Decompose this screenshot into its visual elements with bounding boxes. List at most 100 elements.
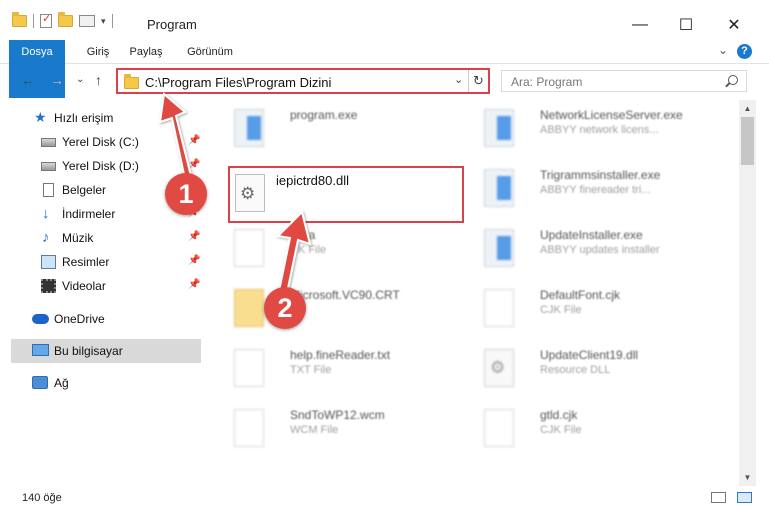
file-type: Resource DLL <box>540 364 611 376</box>
list-item[interactable]: UpdateInstaller.exe ABBYY updates instal… <box>478 220 738 278</box>
address-dropdown-icon[interactable]: ⌄ <box>454 73 463 86</box>
list-item[interactable]: NetworkLicenseServer.exe ABBYY network l… <box>478 100 738 158</box>
file-name: Microsoft.VC90.CRT <box>290 288 400 302</box>
list-item[interactable]: DefaultFont.cjk CJK File <box>478 280 738 338</box>
file-type: ABBYY finereader tri... <box>540 184 651 196</box>
file-type: CK File <box>290 244 327 256</box>
up-button[interactable]: ↑ <box>95 72 102 88</box>
sidebar-item-quick-access[interactable]: ★ Hızlı erişim <box>0 106 205 130</box>
pin-icon: 📌 <box>188 135 201 146</box>
highlighted-file-item[interactable]: iepictrd80.dll <box>228 166 464 223</box>
search-placeholder: Ara: Program <box>511 75 583 89</box>
tab-view[interactable]: Görünüm <box>181 40 239 64</box>
file-name: iepictrd80.dll <box>276 173 349 188</box>
new-folder-icon[interactable] <box>58 12 73 27</box>
list-item[interactable]: UpdateClient19.dll Resource DLL <box>478 340 738 398</box>
list-item[interactable]: Data CK File <box>228 220 468 278</box>
file-name: Trigrammsinstaller.exe <box>540 168 661 182</box>
refresh-button[interactable]: ↻ <box>468 70 488 92</box>
step-marker-2: 2 <box>264 287 306 329</box>
file-type: ABBYY updates installer <box>540 244 660 256</box>
close-button[interactable]: ✕ <box>711 10 757 40</box>
document-icon <box>234 409 264 447</box>
search-icon[interactable] <box>728 75 738 85</box>
document-icon <box>234 229 264 267</box>
list-item[interactable]: Trigrammsinstaller.exe ABBYY finereader … <box>478 160 738 218</box>
list-item[interactable]: gtld.cjk CJK File <box>478 400 738 458</box>
sidebar-item-onedrive[interactable]: OneDrive <box>0 307 205 331</box>
sidebar-item-label: Ağ <box>54 376 69 390</box>
folder-icon[interactable] <box>12 12 27 27</box>
help-icon[interactable]: ? <box>737 44 752 59</box>
sidebar-item-local-disk-c[interactable]: Yerel Disk (C:) 📌 <box>0 130 205 154</box>
download-icon: ↓ <box>42 205 50 222</box>
item-count: 140 öğe <box>22 492 62 504</box>
list-item[interactable]: program.exe <box>228 100 468 158</box>
document-icon <box>484 289 514 327</box>
properties-check-icon[interactable] <box>40 12 52 28</box>
scroll-up-icon[interactable]: ▲ <box>739 100 756 117</box>
file-name: program.exe <box>290 108 358 122</box>
sidebar-item-label: İndirmeler <box>62 207 116 221</box>
toolbar-divider <box>111 14 113 28</box>
music-icon: ♪ <box>42 229 50 246</box>
ribbon-collapse-icon[interactable]: ⌄ <box>718 43 728 57</box>
tab-home[interactable]: Giriş <box>78 40 118 64</box>
sidebar-item-music[interactable]: ♪ Müzik 📌 <box>0 226 205 250</box>
maximize-button[interactable]: ☐ <box>663 10 709 40</box>
quick-access-toolbar: ▾ <box>12 12 113 28</box>
search-input[interactable]: Ara: Program <box>501 70 747 92</box>
sidebar-item-this-pc[interactable]: Bu bilgisayar <box>11 339 201 363</box>
network-icon <box>32 376 48 389</box>
properties-icon[interactable] <box>79 15 95 27</box>
pin-icon: 📌 <box>188 279 201 290</box>
forward-button[interactable]: → <box>50 72 64 88</box>
minimize-button[interactable]: — <box>617 10 663 40</box>
disk-icon <box>41 162 56 171</box>
address-bar[interactable]: C:\Program Files\Program Dizini ⌄ ↻ <box>116 68 490 94</box>
pin-icon: 📌 <box>188 255 201 266</box>
sidebar-item-pictures[interactable]: Resimler 📌 <box>0 250 205 274</box>
disk-icon <box>41 138 56 147</box>
file-name: UpdateClient19.dll <box>540 348 639 362</box>
file-type: WCM File <box>290 424 339 436</box>
file-name: Data <box>290 228 316 242</box>
pictures-icon <box>41 255 56 269</box>
exe-icon <box>484 229 514 267</box>
exe-icon <box>484 169 514 207</box>
file-name: help.fineReader.txt <box>290 348 391 362</box>
exe-icon <box>484 109 514 147</box>
details-view-icon[interactable] <box>711 492 726 503</box>
scroll-thumb[interactable] <box>741 117 754 165</box>
scroll-down-icon[interactable]: ▼ <box>739 469 756 486</box>
list-item[interactable]: SndToWP12.wcm WCM File <box>228 400 468 458</box>
gear-icon <box>484 349 514 387</box>
cloud-icon <box>32 314 49 324</box>
document-icon <box>484 409 514 447</box>
file-name: DefaultFont.cjk <box>540 288 621 302</box>
address-path[interactable]: C:\Program Files\Program Dizini <box>145 75 331 90</box>
sidebar-item-label: Yerel Disk (C:) <box>62 135 139 149</box>
file-type: TXT File <box>290 364 332 376</box>
vertical-scrollbar[interactable]: ▲ ▼ <box>739 100 756 486</box>
tab-share[interactable]: Paylaş <box>124 40 168 64</box>
file-name: UpdateInstaller.exe <box>540 228 643 242</box>
file-type: CJK File <box>540 304 582 316</box>
pin-icon: 📌 <box>188 231 201 242</box>
sidebar-item-network[interactable]: Ağ <box>0 371 205 395</box>
sidebar-item-videos[interactable]: Videolar 📌 <box>0 274 205 298</box>
customize-toolbar-icon[interactable]: ▾ <box>101 16 106 27</box>
sidebar-item-label: Hızlı erişim <box>54 111 114 125</box>
back-button[interactable]: ← <box>21 72 35 88</box>
file-name: SndToWP12.wcm <box>290 408 385 422</box>
sidebar-item-local-disk-d[interactable]: Yerel Disk (D:) 📌 <box>0 154 205 178</box>
recent-locations-icon[interactable]: ⌄ <box>76 74 84 85</box>
folder-icon <box>124 74 139 89</box>
file-list: program.exe Data CK File Microsoft.VC90.… <box>212 100 738 462</box>
star-icon: ★ <box>34 109 47 125</box>
file-type: CJK File <box>540 424 582 436</box>
large-icons-view-icon[interactable] <box>737 492 752 503</box>
file-name: gtld.cjk <box>540 408 578 422</box>
list-item[interactable]: help.fineReader.txt TXT File <box>228 340 468 398</box>
status-bar: 140 öğe <box>0 486 769 521</box>
